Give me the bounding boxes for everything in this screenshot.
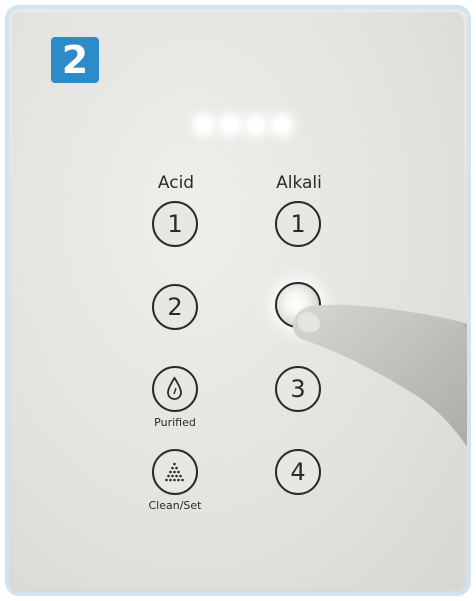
panel-surface <box>12 12 464 589</box>
water-drop-icon <box>167 376 182 400</box>
step-number-badge: 2 <box>51 37 99 83</box>
clean-set-label: Clean/Set <box>148 499 202 512</box>
control-panel-photo: 2 Acid Alkali 1 2 Purified Clean/Set 1 3… <box>5 5 471 596</box>
acid-button-2[interactable]: 2 <box>152 284 198 330</box>
acid-button-1[interactable]: 1 <box>152 201 198 247</box>
alkali-button-3[interactable]: 3 <box>275 366 321 412</box>
indicator-led-4 <box>275 118 289 132</box>
alkali-button-2-pressed[interactable] <box>275 282 321 328</box>
purified-label: Purified <box>154 416 196 429</box>
alkali-button-4[interactable]: 4 <box>275 449 321 495</box>
alkali-button-1[interactable]: 1 <box>275 201 321 247</box>
indicator-led-2 <box>223 118 237 132</box>
indicator-led-3 <box>249 118 263 132</box>
indicator-led-1 <box>197 118 211 132</box>
alkali-column-label: Alkali <box>276 173 322 193</box>
acid-column-label: Acid <box>157 173 195 193</box>
purified-button[interactable] <box>152 366 198 412</box>
clean-set-button[interactable] <box>152 449 198 495</box>
dots-triangle-icon <box>165 462 184 482</box>
